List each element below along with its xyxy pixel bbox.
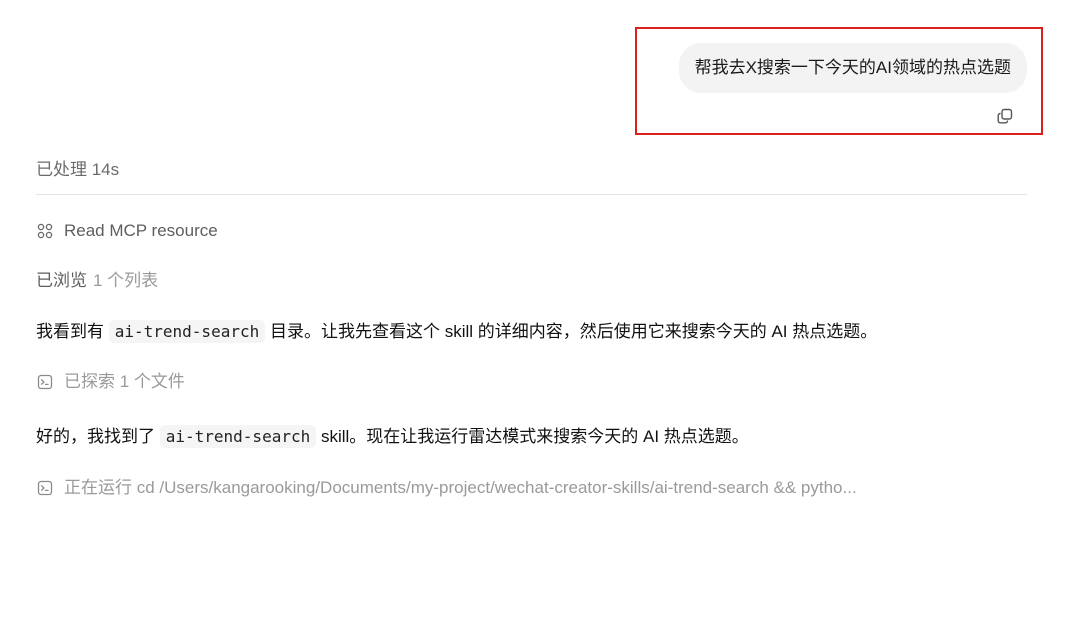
terminal-icon: [36, 373, 54, 391]
copy-icon: [997, 108, 1013, 124]
msg1-text-post: 目录。让我先查看这个 skill 的详细内容，然后使用它来搜索今天的 AI 热点…: [269, 322, 878, 341]
terminal-icon: [36, 479, 54, 497]
processed-status[interactable]: 已处理 14s: [36, 158, 119, 182]
copy-button[interactable]: [993, 104, 1017, 128]
mcp-resource-label: Read MCP resource: [64, 221, 218, 240]
divider: [36, 194, 1027, 195]
msg2-text-pre: 好的，我找到了: [36, 427, 155, 446]
browsed-label: 已浏览: [36, 271, 87, 290]
mcp-grid-icon: [36, 222, 54, 240]
running-command-step[interactable]: 正在运行 cd /Users/kangarooking/Documents/my…: [36, 476, 857, 500]
running-command-label: 正在运行 cd /Users/kangarooking/Documents/my…: [64, 478, 857, 497]
chat-page: 帮我去X搜索一下今天的AI领域的热点选题 已处理 14s Read MCP re…: [0, 0, 1080, 636]
msg2-text-post: skill。现在让我运行雷达模式来搜索今天的 AI 热点选题。: [320, 427, 749, 446]
explored-step[interactable]: 已探索 1 个文件: [36, 370, 185, 394]
msg1-text-pre: 我看到有: [36, 322, 104, 341]
assistant-message-2: 好的，我找到了 ai-trend-search skill。现在让我运行雷达模式…: [36, 425, 749, 449]
browsed-step[interactable]: 已浏览 1 个列表: [36, 269, 158, 293]
mcp-resource-step[interactable]: Read MCP resource: [36, 219, 218, 243]
explored-label: 已探索 1 个文件: [64, 372, 185, 391]
inline-code: ai-trend-search: [108, 320, 266, 343]
assistant-message-1: 我看到有 ai-trend-search 目录。让我先查看这个 skill 的详…: [36, 320, 877, 344]
user-message-bubble: 帮我去X搜索一下今天的AI领域的热点选题: [678, 43, 1027, 93]
inline-code: ai-trend-search: [159, 425, 317, 448]
browsed-count: 1 个列表: [93, 271, 159, 290]
